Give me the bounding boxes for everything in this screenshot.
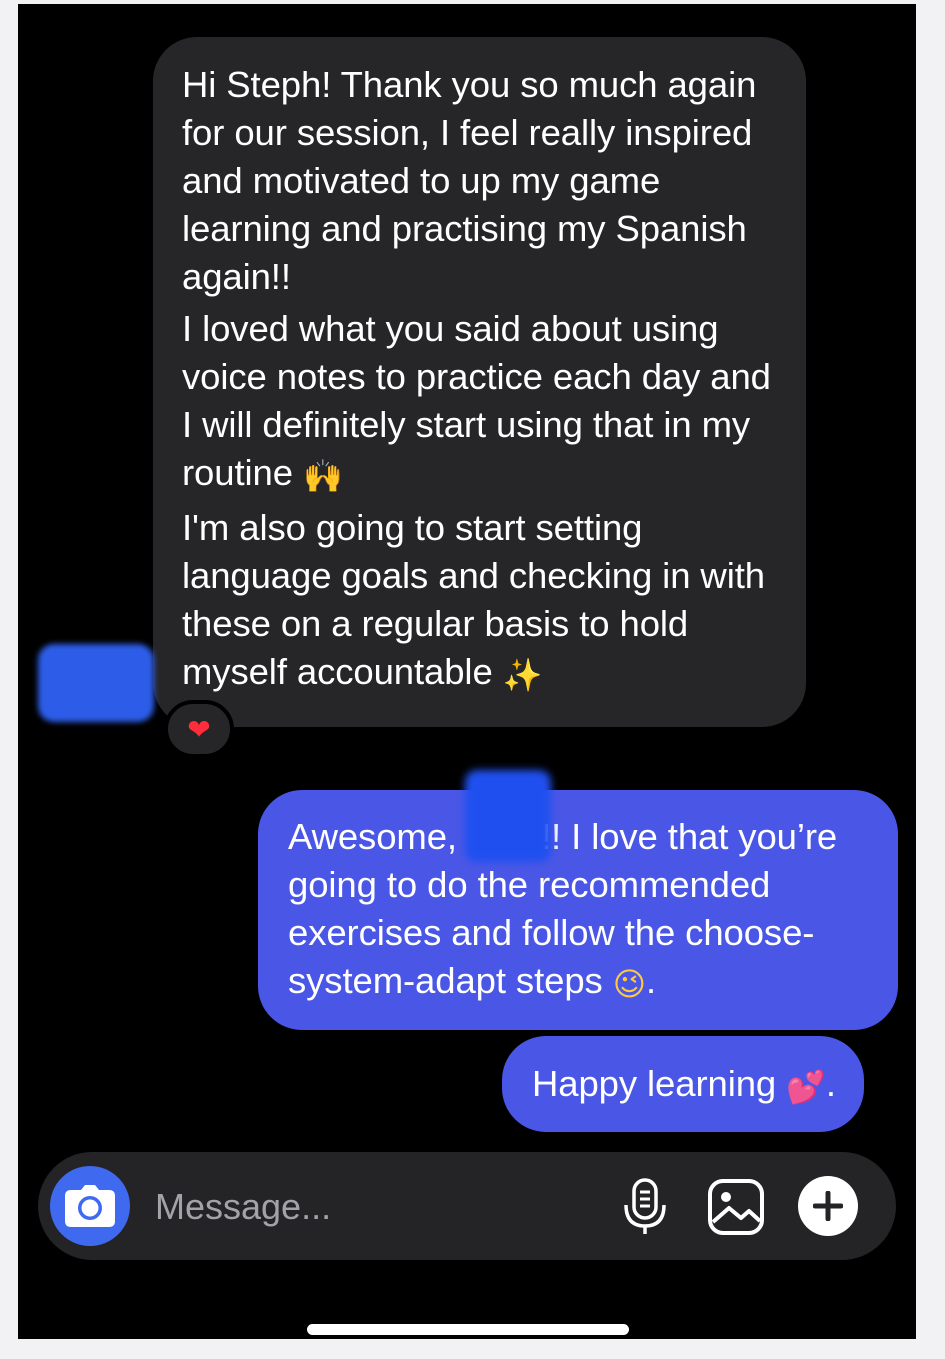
message-composer (38, 1152, 896, 1260)
outgoing-message-bubble[interactable]: Happy learning 💕. (502, 1036, 864, 1132)
incoming-message-text: I'm also going to start setting language… (182, 507, 765, 692)
winking-face-emoji: 😉 (612, 966, 646, 1002)
outgoing-message-bubble[interactable]: Awesome, !! I love that you’re going to … (258, 790, 898, 1030)
redacted-avatar (38, 644, 154, 722)
message-suffix: . (825, 1063, 836, 1104)
outgoing-message-text: Happy learning (532, 1063, 777, 1104)
heart-icon: ❤ (187, 713, 211, 745)
incoming-message-bubble[interactable]: Hi Steph! Thank you so much again for ou… (153, 37, 806, 727)
outgoing-message-text-start: Awesome, (288, 816, 467, 857)
camera-button[interactable] (50, 1166, 130, 1246)
incoming-message-paragraph: I'm also going to start setting language… (182, 504, 782, 699)
two-hearts-emoji: 💕 (786, 1069, 826, 1105)
home-indicator[interactable] (307, 1324, 629, 1335)
incoming-message-text: I loved what you said about using voice … (182, 308, 771, 493)
message-input[interactable] (153, 1172, 597, 1242)
microphone-button[interactable] (614, 1176, 676, 1238)
chat-screen: Hi Steph! Thank you so much again for ou… (18, 4, 916, 1339)
plus-icon (813, 1191, 843, 1221)
raising-hands-emoji: 🙌 (302, 458, 343, 494)
gallery-button[interactable] (705, 1176, 767, 1238)
message-suffix: . (645, 960, 657, 1001)
camera-icon (65, 1185, 115, 1227)
add-button[interactable] (798, 1176, 858, 1236)
outgoing-message-text: Awesome, !! I love that you’re going to … (288, 790, 868, 1008)
microphone-icon (624, 1178, 666, 1234)
incoming-message-paragraph: Hi Steph! Thank you so much again for ou… (182, 61, 782, 301)
incoming-message-text: Hi Steph! Thank you so much again for ou… (182, 64, 757, 297)
incoming-message-paragraph: I loved what you said about using voice … (182, 305, 782, 500)
redacted-name (465, 770, 551, 862)
sparkles-emoji: ✨ (502, 657, 543, 693)
heart-reaction[interactable]: ❤ (164, 700, 234, 758)
gallery-icon (708, 1179, 764, 1235)
